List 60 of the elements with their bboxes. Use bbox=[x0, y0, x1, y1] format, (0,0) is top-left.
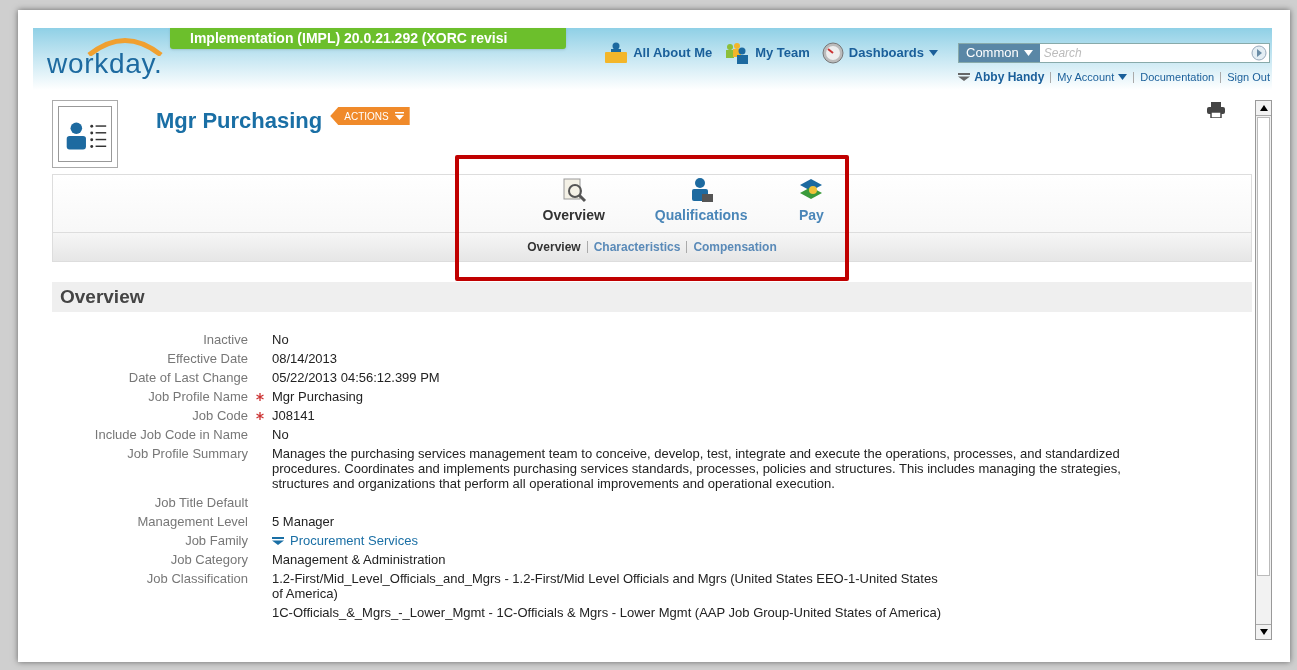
subtab-link[interactable]: Overview bbox=[527, 238, 581, 256]
field-label: Job Category bbox=[169, 552, 248, 567]
caret-icon bbox=[1118, 74, 1128, 80]
caret-icon bbox=[958, 73, 971, 81]
field-label: Job Profile Summary bbox=[126, 446, 248, 463]
field-value: J08141 bbox=[272, 408, 315, 423]
gauge-icon bbox=[821, 42, 844, 64]
scroll-up-icon[interactable] bbox=[1259, 105, 1268, 111]
field-label: Effective Date bbox=[166, 351, 248, 366]
field-value: Manages the purchasing services management team to conceive, develop, test, integrate and execute the operations, processes, and standardized procedures. Coordinates and implements purchasing services standards, processes, policies and structures. This includes managing the strategies, structures and organizations that perform all operational improvements and operational execution. bbox=[272, 446, 1122, 491]
scrollbar[interactable] bbox=[1255, 100, 1272, 640]
field-value: Mgr Purchasing bbox=[272, 389, 364, 404]
environment-banner: Implementation (IMPL) 20.0.21.292 (XORC revisi bbox=[170, 28, 566, 49]
nav-link[interactable]: My Team bbox=[724, 42, 810, 64]
user-menu-link[interactable]: Abby Handy bbox=[958, 68, 1045, 86]
caret-icon bbox=[394, 112, 404, 120]
subtab-link[interactable]: Compensation bbox=[693, 238, 777, 256]
field-value: No bbox=[272, 427, 289, 442]
field-value: 5 Manager bbox=[272, 514, 335, 529]
header-link[interactable]: My Account bbox=[1057, 68, 1128, 86]
workday-logo: workday. bbox=[47, 50, 164, 78]
print-icon[interactable] bbox=[1207, 102, 1225, 118]
actions-button[interactable]: ACTIONS bbox=[330, 107, 410, 125]
field-label: Job Classification bbox=[145, 571, 248, 588]
scroll-down-icon[interactable] bbox=[1259, 629, 1268, 635]
field-label: Job Code bbox=[191, 408, 248, 423]
caret-icon bbox=[929, 50, 938, 56]
field-label: Job Profile Name bbox=[147, 389, 248, 404]
field-value: 1.2-First/Mid_Level_Officials_and_Mgrs - 1.2-First/Mid Level Officials and Mgrs (United States EEO-1-United States of America) bbox=[272, 571, 939, 601]
section-header: Overview bbox=[52, 282, 1252, 312]
search-field[interactable]: Common Search bbox=[958, 43, 1270, 63]
section-tab[interactable]: Qualifications bbox=[654, 177, 748, 226]
field-value: 08/14/2013 bbox=[272, 351, 338, 366]
field-label: Management Level bbox=[136, 514, 248, 529]
section-tab[interactable]: Pay bbox=[797, 177, 826, 226]
person-folder-icon bbox=[604, 42, 629, 64]
profile-card-icon bbox=[52, 100, 118, 168]
nav-link[interactable]: All About Me bbox=[604, 42, 713, 64]
field-value: No bbox=[272, 332, 289, 347]
caret-icon bbox=[1023, 50, 1033, 56]
magnifier-document-icon bbox=[560, 177, 587, 203]
subtab-link[interactable]: Characteristics bbox=[593, 238, 681, 256]
caret-icon bbox=[272, 536, 284, 545]
header-link[interactable]: Documentation bbox=[1140, 68, 1215, 86]
group-icon bbox=[724, 42, 751, 64]
search-scope-button[interactable]: Common bbox=[959, 44, 1040, 62]
field-label: Include Job Code in Name bbox=[93, 427, 248, 442]
field-link[interactable]: Procurement Services bbox=[272, 533, 418, 548]
field-value: Management & Administration bbox=[272, 552, 446, 567]
field-label: Job Title Default bbox=[153, 495, 248, 510]
nav-link[interactable]: Dashboards bbox=[821, 42, 938, 64]
field-value: 05/22/2013 04:56:12.399 PM bbox=[272, 370, 440, 385]
field-label: Date of Last Change bbox=[127, 370, 248, 385]
field-value: 1C-Officials_&_Mgrs_-_Lower_Mgmt - 1C-Officials & Mgrs - Lower Mgmt (AAP Job Group-United States of America) bbox=[272, 605, 942, 620]
section-tab[interactable]: Overview bbox=[542, 177, 605, 226]
page-title: Mgr Purchasing bbox=[156, 107, 323, 134]
field-label: Inactive bbox=[202, 332, 248, 347]
field-label: Job Family bbox=[184, 533, 248, 548]
header-link[interactable]: Sign Out bbox=[1227, 68, 1270, 86]
go-icon[interactable] bbox=[1251, 44, 1269, 62]
